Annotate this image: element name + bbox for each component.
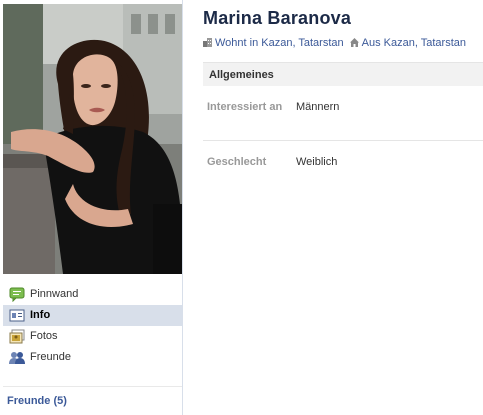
friends-icon	[9, 350, 25, 365]
info-row-interested-in: Interessiert an Männern	[203, 100, 483, 140]
profile-nav: Pinnwand Info Fotos Freunde	[3, 284, 182, 368]
profile-photo[interactable]	[3, 4, 182, 274]
info-value: Weiblich	[296, 156, 338, 168]
info-value: Männern	[296, 101, 340, 113]
friends-box-title[interactable]: Freunde (5)	[7, 395, 67, 407]
section-header-general: Allgemeines	[203, 62, 483, 86]
left-column: Pinnwand Info Fotos Freunde Freunde (5)	[0, 0, 183, 415]
nav-item-fotos[interactable]: Fotos	[3, 326, 182, 347]
lives-in-link[interactable]: Wohnt in Kazan, Tatarstan	[215, 37, 344, 49]
wall-speech-bubble-icon	[9, 287, 25, 302]
nav-item-info[interactable]: Info	[3, 305, 182, 326]
nav-item-label: Pinnwand	[30, 288, 79, 300]
nav-item-label: Freunde	[30, 351, 71, 363]
info-label: Geschlecht	[207, 156, 267, 168]
info-label: Interessiert an	[207, 101, 283, 113]
divider	[3, 386, 182, 387]
info-card-icon	[9, 308, 25, 323]
building-icon	[203, 38, 212, 50]
nav-item-freunde[interactable]: Freunde	[3, 347, 182, 368]
profile-page: Pinnwand Info Fotos Freunde Freunde (5) …	[0, 0, 483, 415]
nav-item-label: Info	[30, 309, 51, 321]
nav-item-label: Fotos	[30, 330, 58, 342]
divider	[203, 140, 483, 141]
photos-icon	[9, 329, 25, 344]
hometown-link[interactable]: Aus Kazan, Tatarstan	[362, 37, 466, 49]
home-icon	[349, 38, 359, 50]
info-row-gender: Geschlecht Weiblich	[203, 155, 483, 175]
profile-photo-image	[3, 4, 182, 274]
nav-item-pinnwand[interactable]: Pinnwand	[3, 284, 182, 305]
profile-name: Marina Baranova	[203, 8, 352, 28]
profile-location-line: Wohnt in Kazan, Tatarstan Aus Kazan, Tat…	[203, 37, 466, 50]
